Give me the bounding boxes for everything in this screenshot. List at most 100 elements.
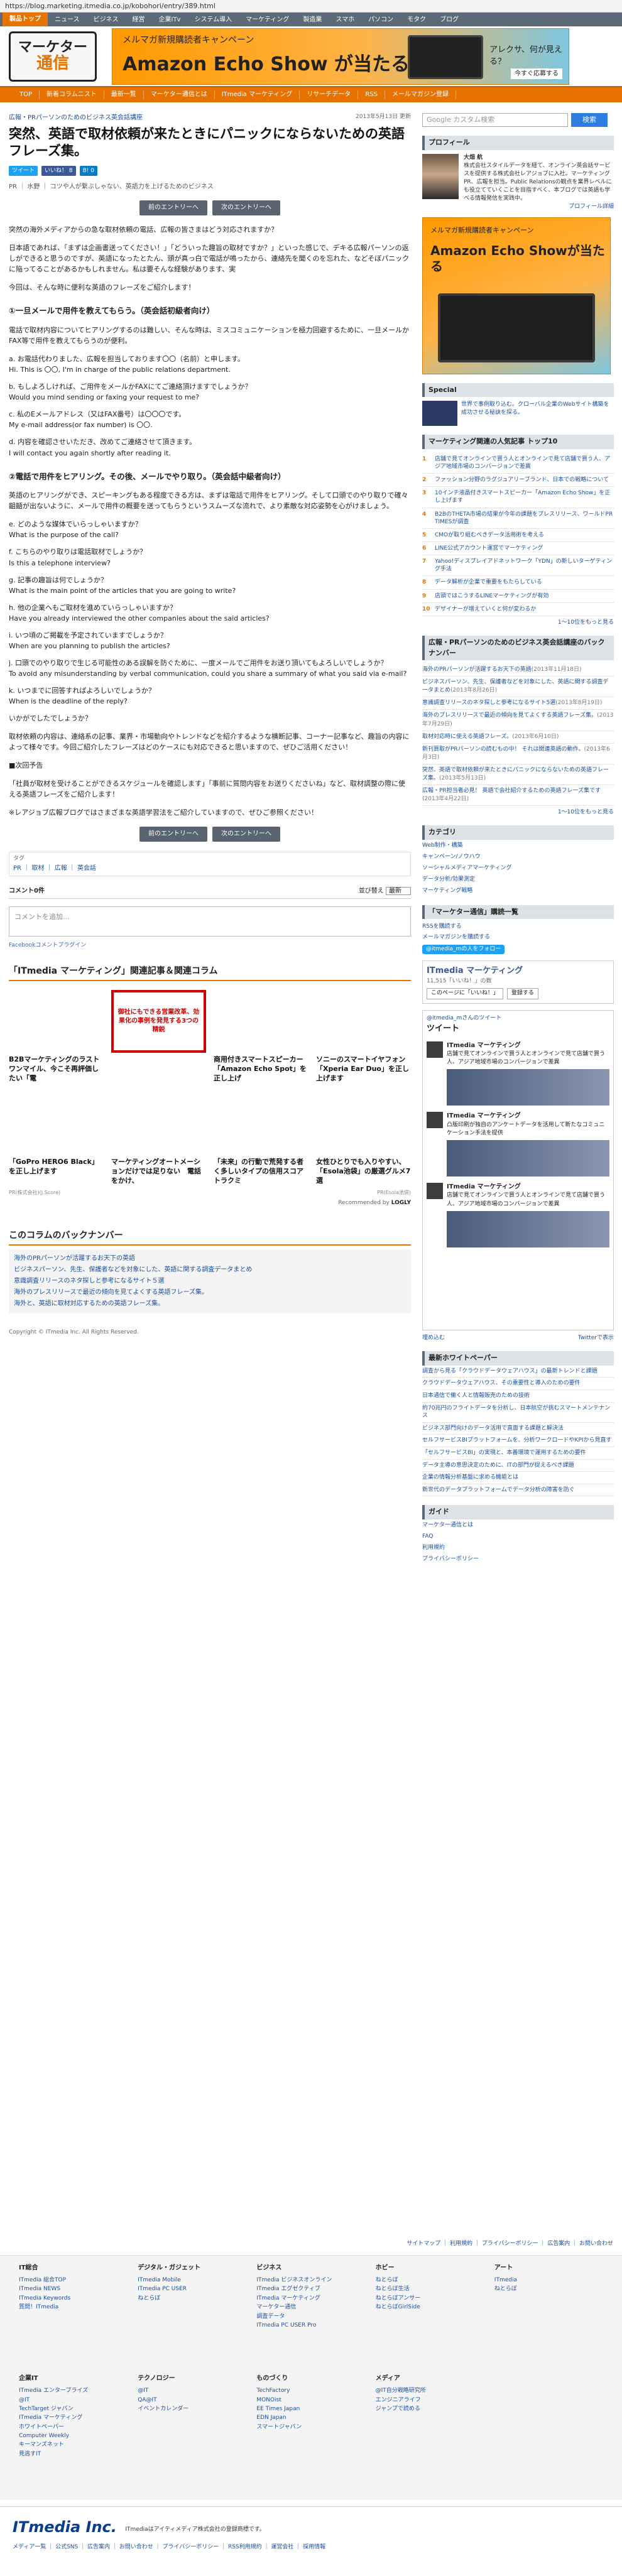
footer-link[interactable]: QA@IT (138, 2396, 246, 2405)
guide-item[interactable]: FAQ (422, 1531, 614, 1542)
global-nav-item[interactable]: パソコン (361, 15, 400, 24)
twitter-follow-button[interactable]: @itmedia_mの人をフォロー (422, 944, 505, 955)
footer-link[interactable]: ITmedia Keywords (19, 2294, 128, 2303)
global-nav-item[interactable]: 経営 (126, 15, 152, 24)
related-title[interactable]: マーケティングオートメーションだけでは足りない 電話をかけ、 (111, 1158, 206, 1186)
backnumber-item[interactable]: 意識調査リリースのネタ探しと参考になるサイト５選 (14, 1276, 406, 1287)
guide-item[interactable]: マーケター通信とは (422, 1519, 614, 1531)
whitepaper-item[interactable]: セルフサービスBIプラットフォームを、分析ワークロードやKPIから見直す (422, 1435, 614, 1447)
category-nav-item[interactable]: リサーチデータ (300, 90, 359, 99)
prev-entry-button[interactable]: 前のエントリーへ (139, 200, 207, 216)
footer-link[interactable]: マーケター通信 (256, 2303, 365, 2312)
ranking-item[interactable]: 8 データ解析が企業で重要をもたらしている (422, 576, 614, 590)
backnumber-item[interactable]: 海外と、英語に取材対応するための英語フレーズ集。 (14, 1298, 406, 1310)
footer-link[interactable]: ITmedia (494, 2276, 603, 2285)
related-card[interactable]: 商用付きスマートスピーカー「Amazon Echo Spot」を正し上げ (214, 990, 308, 1084)
footer-link[interactable]: ITmedia エグゼクティブ (256, 2285, 365, 2293)
footer-link[interactable]: ねとらぼ (494, 2285, 603, 2293)
footer-link[interactable]: @IT自分戦略研究所 (376, 2386, 484, 2395)
whitepaper-item[interactable]: 日本通信で働く人と情報販売のための技術 (422, 1390, 614, 1403)
backnumber-item[interactable]: ビジネスパーソン、先生、保護者などを対象にした、英語に関する調査データまとめ (14, 1264, 406, 1276)
footer-link[interactable]: TechTarget ジャパン (19, 2405, 128, 2413)
global-nav-item[interactable]: モタク (400, 15, 433, 24)
search-input[interactable]: Google カスタム検索 (422, 113, 568, 127)
top-banner-ad[interactable]: メルマガ新規購読者キャンペーン Amazon Echo Show が当たる アレ… (112, 28, 569, 85)
category-nav-item[interactable]: TOP (13, 90, 40, 99)
related-card[interactable]: 「未来」の行動で荒発する者く多しいタイプの信用スコアトラクミ (214, 1092, 308, 1186)
profile-more-link[interactable]: プロフィール詳細 (464, 203, 614, 211)
related-title[interactable]: 「GoPro HERO6 Black」を正し上げます (9, 1158, 104, 1177)
ranking-more-link[interactable]: 1〜10位をもっと見る (422, 619, 614, 628)
fb-page-name[interactable]: ITmedia マーケティング (427, 965, 609, 977)
footer-link[interactable]: ITmedia マーケティング (256, 2294, 365, 2303)
whitepaper-item[interactable]: 約70兆円のフライトデータを分析し、日本航空が挑むスマートメンテナンス (422, 1403, 614, 1423)
next-entry-button[interactable]: 次のエントリーへ (212, 200, 280, 216)
tw-embed-link[interactable]: 埋め込む (422, 1334, 445, 1343)
itmedia-logo[interactable]: ITmedia Inc. (13, 2516, 117, 2538)
related-card[interactable]: 女性ひとりでも入りやすい、「Esola池袋」の厳選グルメ7選 (316, 1092, 411, 1186)
footer-link[interactable]: 質問！ITmedia (19, 2303, 128, 2312)
footer-link[interactable]: イベントカレンダー (138, 2405, 246, 2413)
footer-link[interactable]: TechFactory (256, 2386, 365, 2395)
search-button[interactable]: 検索 (571, 113, 608, 127)
tw-view-link[interactable]: Twitterで表示 (578, 1334, 614, 1343)
url-bar[interactable]: https://blog.marketing.itmedia.co.jp/kob… (0, 0, 622, 13)
related-card[interactable]: B2Bマーケティングのラストワンマイル、今こそ再評価したい「電 (9, 990, 104, 1084)
footer-link[interactable]: 見逃すIT (19, 2450, 128, 2459)
ranking-item[interactable]: 1 店舗で見てオンラインで買う人とオンラインで見て店舗で買う人、アジア地域市場のコ… (422, 453, 614, 474)
footer-link[interactable]: ITmedia ビジネスオンライン (256, 2276, 365, 2285)
tweet-button[interactable]: ツイート (9, 166, 38, 177)
footer-link[interactable]: ねとらぼアンサー (376, 2294, 484, 2303)
column-item[interactable]: 新刊買取がPRパーソンの読むもの中！ それは関連英語の動作。(2013年6月3日… (422, 744, 614, 764)
follow-link[interactable]: RSSを購読する (422, 921, 614, 932)
column-item[interactable]: 取材対応時に使える英語フレーズ。(2013年6月10日) (422, 731, 614, 744)
backnumber-item[interactable]: 海外のPRパーソンが活躍するお天下の英語 (14, 1253, 406, 1264)
related-title[interactable]: 「未来」の行動で荒発する者く多しいタイプの信用スコアトラクミ (214, 1158, 308, 1186)
footer-link[interactable]: MONOist (256, 2396, 365, 2405)
guide-item[interactable]: プライバシーポリシー (422, 1553, 614, 1565)
category-nav-item[interactable]: 新着コラムニスト (40, 90, 104, 99)
footer-link[interactable]: ねとらぼ (138, 2294, 246, 2303)
fb-comment-plugin-link[interactable]: Facebookコメントプラグイン (9, 942, 411, 950)
site-logo[interactable]: マーケター 通信 (9, 31, 97, 82)
ranking-item[interactable]: 7 Yahoo!ディスプレイアドネットワーク「YDN」の新しいターゲティング手法 (422, 555, 614, 577)
corporate-links[interactable]: メディア一覧 ｜ 公式SNS ｜ 広告案内 ｜ お問い合わせ ｜ プライバシーポ… (13, 2543, 609, 2552)
backnumber-item[interactable]: 海外のプレスリリースで最近の傾向を見てよくする英語フレーズ集。 (14, 1287, 406, 1298)
category-item[interactable]: ソーシャルメディアマーケティング (422, 862, 614, 874)
whitepaper-item[interactable]: 企業の情報分析基盤に求める機能とは (422, 1472, 614, 1484)
whitepaper-item[interactable]: データ主導の意思決定のために、ITの部門が捉えるべき課題 (422, 1460, 614, 1472)
footer-link[interactable]: ねとらぼ生活 (376, 2285, 484, 2293)
column-item[interactable]: 海外のプレスリリースで最近の傾向を見てよくする英語フレーズ集。(2013年7月2… (422, 710, 614, 731)
related-title[interactable]: 商用付きスマートスピーカー「Amazon Echo Spot」を正し上げ (214, 1055, 308, 1084)
footer-link[interactable]: EDN Japan (256, 2413, 365, 2422)
footer-link[interactable]: ジャンプで読める (376, 2405, 484, 2413)
footer-link[interactable]: EE Times Japan (256, 2405, 365, 2413)
column-item[interactable]: ビジネスパーソン、先生、保護者などを対象にした、英語に関する調査データまとめ(2… (422, 677, 614, 698)
footer-link[interactable]: ITmedia マーケティング (19, 2413, 128, 2422)
category-item[interactable]: キャンペーン/ノウハウ (422, 851, 614, 862)
fb-follow-button[interactable]: 登録する (506, 988, 538, 999)
related-card[interactable]: 「GoPro HERO6 Black」を正し上げます (9, 1092, 104, 1186)
global-nav-item[interactable]: ブログ (433, 15, 466, 24)
category-item[interactable]: Web制作・構築 (422, 840, 614, 851)
related-card[interactable]: マーケティングオートメーションだけでは足りない 電話をかけ、 (111, 1092, 206, 1186)
category-nav-item[interactable]: RSS (358, 90, 385, 99)
tag-links[interactable]: PR ｜ 取材 ｜ 広報 ｜ 英会話 (13, 864, 406, 873)
footer-link[interactable]: ホワイトペーパー (19, 2423, 128, 2432)
column-more-link[interactable]: 1〜10位をもっと見る (422, 808, 614, 817)
global-nav-item[interactable]: ニュース (48, 15, 87, 24)
footer-link[interactable]: 調査データ (256, 2312, 365, 2321)
category-nav-item[interactable]: メールマガジン登録 (385, 90, 456, 99)
fb-like-page-button[interactable]: このページに「いいね！」 (427, 988, 503, 999)
global-nav-item[interactable]: システム導入 (187, 15, 239, 24)
footer-link[interactable]: ITmedia 総合TOP (19, 2276, 128, 2285)
like-button[interactable]: いいね！ 8 (41, 166, 76, 177)
footer-link[interactable]: ねとらぼGirlSide (376, 2303, 484, 2312)
footer-link[interactable]: Computer Weekly (19, 2432, 128, 2440)
column-item[interactable]: 海外のPRパーソンが活躍するお天下の英語(2013年11月18日) (422, 664, 614, 677)
whitepaper-item[interactable]: クラウドデータウェアハウス、その重要性と導入のための要件 (422, 1378, 614, 1390)
logly-credit[interactable]: Recommended by LOGLY (9, 1199, 411, 1208)
ranking-item[interactable]: 6 LINE公式アカウント運営でマーケティング (422, 542, 614, 556)
prev-entry-button[interactable]: 前のエントリーへ (139, 827, 207, 842)
footer-link[interactable]: ねとらぼ (376, 2276, 484, 2285)
